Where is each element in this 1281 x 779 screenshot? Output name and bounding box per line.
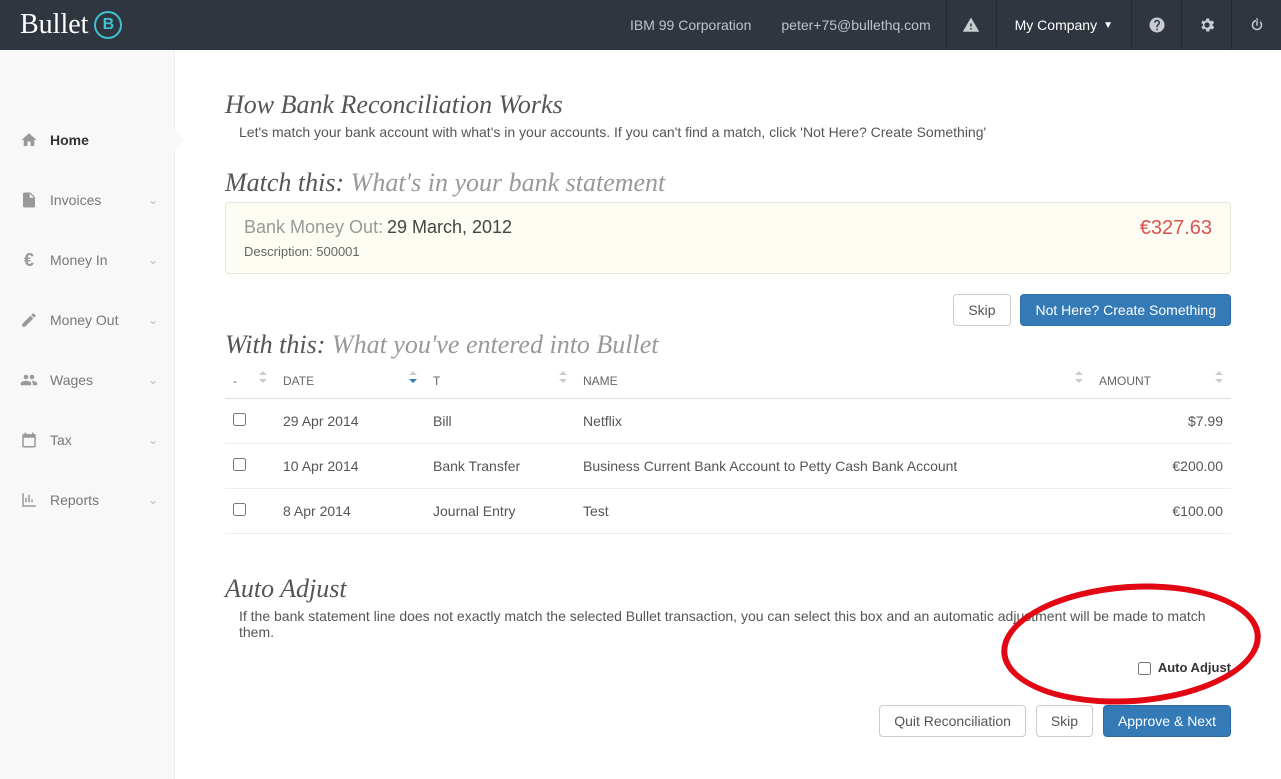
sidebar-item-money-in[interactable]: € Money In ⌄ bbox=[0, 230, 174, 290]
match-heading-prefix: Match this: bbox=[225, 168, 344, 197]
bank-statement-box: Bank Money Out: 29 March, 2012 Descripti… bbox=[225, 202, 1231, 274]
chevron-down-icon: ⌄ bbox=[148, 253, 158, 267]
col-name[interactable]: NAME bbox=[575, 364, 1091, 399]
col-check[interactable]: - bbox=[225, 364, 275, 399]
sidebar-item-home[interactable]: Home bbox=[0, 110, 174, 170]
help-icon-button[interactable] bbox=[1131, 0, 1181, 50]
bank-statement-date: 29 March, 2012 bbox=[387, 217, 512, 237]
auto-adjust-heading: Auto Adjust bbox=[225, 574, 1231, 604]
sidebar: Home Invoices ⌄ € Money In ⌄ Money Out ⌄… bbox=[0, 50, 175, 779]
users-icon bbox=[16, 371, 42, 389]
cell-amount: $7.99 bbox=[1091, 399, 1231, 444]
my-company-dropdown[interactable]: My Company ▼ bbox=[996, 0, 1131, 50]
chevron-down-icon: ⌄ bbox=[148, 493, 158, 507]
auto-adjust-checkbox-label: Auto Adjust bbox=[1158, 660, 1231, 675]
caret-down-icon: ▼ bbox=[1103, 20, 1113, 31]
auto-adjust-checkbox-row: Auto Adjust bbox=[225, 660, 1231, 675]
cell-date: 10 Apr 2014 bbox=[275, 444, 425, 489]
cell-name: Business Current Bank Account to Petty C… bbox=[575, 444, 1091, 489]
approve-next-button[interactable]: Approve & Next bbox=[1103, 705, 1231, 737]
with-heading-sub: What you've entered into Bullet bbox=[332, 330, 659, 359]
chevron-down-icon: ⌄ bbox=[148, 373, 158, 387]
sidebar-item-label: Money Out bbox=[50, 312, 148, 328]
footer-buttons: Quit Reconciliation Skip Approve & Next bbox=[225, 705, 1231, 737]
settings-icon-button[interactable] bbox=[1181, 0, 1231, 50]
col-amount[interactable]: AMOUNT bbox=[1091, 364, 1231, 399]
file-icon bbox=[16, 191, 42, 209]
transactions-table: - DATE T NAME AMOUNT 29 Apr 2014 Bill Ne… bbox=[225, 364, 1231, 534]
col-date[interactable]: DATE bbox=[275, 364, 425, 399]
auto-adjust-section: Auto Adjust If the bank statement line d… bbox=[225, 574, 1231, 675]
cell-amount: €200.00 bbox=[1091, 444, 1231, 489]
user-email: peter+75@bullethq.com bbox=[766, 17, 945, 33]
chart-icon bbox=[16, 491, 42, 509]
bank-statement-amount: €327.63 bbox=[1140, 217, 1212, 240]
sidebar-item-wages[interactable]: Wages ⌄ bbox=[0, 350, 174, 410]
cell-amount: €100.00 bbox=[1091, 489, 1231, 534]
cell-date: 8 Apr 2014 bbox=[275, 489, 425, 534]
logo-badge: B bbox=[94, 11, 122, 39]
skip-button[interactable]: Skip bbox=[953, 294, 1010, 326]
row-checkbox[interactable] bbox=[233, 503, 246, 516]
main-content: How Bank Reconciliation Works Let's matc… bbox=[175, 50, 1281, 779]
cell-date: 29 Apr 2014 bbox=[275, 399, 425, 444]
sidebar-item-label: Money In bbox=[50, 252, 148, 268]
auto-adjust-checkbox[interactable] bbox=[1138, 662, 1151, 675]
sidebar-item-label: Reports bbox=[50, 492, 148, 508]
chevron-down-icon: ⌄ bbox=[148, 193, 158, 207]
sidebar-item-reports[interactable]: Reports ⌄ bbox=[0, 470, 174, 530]
logo-text: Bullet bbox=[20, 9, 88, 41]
create-something-button[interactable]: Not Here? Create Something bbox=[1020, 294, 1231, 326]
logo[interactable]: Bullet B bbox=[0, 9, 142, 41]
with-heading: With this: What you've entered into Bull… bbox=[225, 330, 1231, 360]
table-row[interactable]: 8 Apr 2014 Journal Entry Test €100.00 bbox=[225, 489, 1231, 534]
cell-type: Bill bbox=[425, 399, 575, 444]
sidebar-item-money-out[interactable]: Money Out ⌄ bbox=[0, 290, 174, 350]
match-heading-sub: What's in your bank statement bbox=[351, 168, 666, 197]
match-heading: Match this: What's in your bank statemen… bbox=[225, 168, 1231, 198]
row-checkbox[interactable] bbox=[233, 413, 246, 426]
power-icon bbox=[1248, 16, 1266, 34]
action-buttons-top: Skip Not Here? Create Something bbox=[225, 294, 1231, 326]
cell-type: Journal Entry bbox=[425, 489, 575, 534]
bank-money-out-label: Bank Money Out: bbox=[244, 217, 383, 237]
sidebar-item-label: Tax bbox=[50, 432, 148, 448]
page-title: How Bank Reconciliation Works bbox=[225, 90, 1231, 120]
alert-icon bbox=[962, 16, 980, 34]
my-company-label: My Company bbox=[1015, 17, 1097, 33]
home-icon bbox=[16, 131, 42, 149]
with-heading-prefix: With this: bbox=[225, 330, 325, 359]
help-icon bbox=[1148, 16, 1166, 34]
skip-button-footer[interactable]: Skip bbox=[1036, 705, 1093, 737]
cell-type: Bank Transfer bbox=[425, 444, 575, 489]
edit-icon bbox=[16, 311, 42, 329]
cell-name: Netflix bbox=[575, 399, 1091, 444]
bank-statement-description: Description: 500001 bbox=[244, 244, 512, 259]
row-checkbox[interactable] bbox=[233, 458, 246, 471]
alert-icon-button[interactable] bbox=[946, 0, 996, 50]
table-row[interactable]: 29 Apr 2014 Bill Netflix $7.99 bbox=[225, 399, 1231, 444]
auto-adjust-text: If the bank statement line does not exac… bbox=[239, 608, 1231, 640]
cell-name: Test bbox=[575, 489, 1091, 534]
corporation-name: IBM 99 Corporation bbox=[615, 17, 766, 33]
sidebar-item-invoices[interactable]: Invoices ⌄ bbox=[0, 170, 174, 230]
table-row[interactable]: 10 Apr 2014 Bank Transfer Business Curre… bbox=[225, 444, 1231, 489]
quit-reconciliation-button[interactable]: Quit Reconciliation bbox=[879, 705, 1026, 737]
sidebar-item-label: Invoices bbox=[50, 192, 148, 208]
gear-icon bbox=[1198, 16, 1216, 34]
power-icon-button[interactable] bbox=[1231, 0, 1281, 50]
topbar: Bullet B IBM 99 Corporation peter+75@bul… bbox=[0, 0, 1281, 50]
col-type[interactable]: T bbox=[425, 364, 575, 399]
sidebar-item-tax[interactable]: Tax ⌄ bbox=[0, 410, 174, 470]
page-subtitle: Let's match your bank account with what'… bbox=[239, 124, 1231, 140]
sidebar-item-label: Wages bbox=[50, 372, 148, 388]
euro-icon: € bbox=[16, 250, 42, 271]
sidebar-item-label: Home bbox=[50, 132, 158, 148]
chevron-down-icon: ⌄ bbox=[148, 313, 158, 327]
calendar-icon bbox=[16, 431, 42, 449]
chevron-down-icon: ⌄ bbox=[148, 433, 158, 447]
